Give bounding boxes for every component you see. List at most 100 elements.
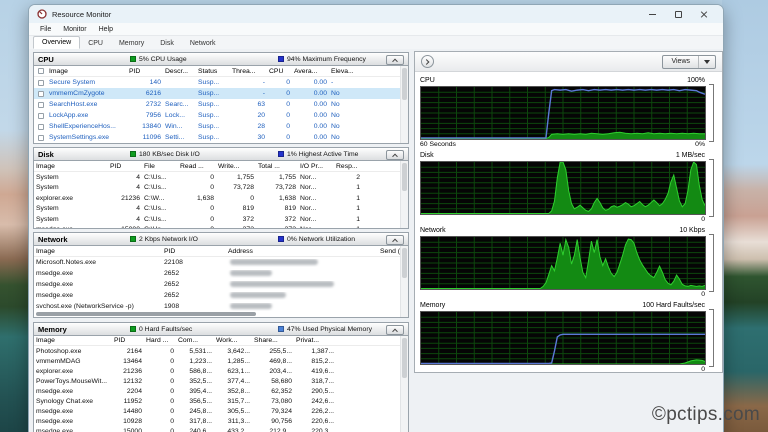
views-button[interactable]: Views bbox=[662, 55, 716, 69]
disk-table-scrollbar[interactable] bbox=[400, 161, 408, 228]
tab-disk[interactable]: Disk bbox=[152, 38, 182, 49]
column-header[interactable]: Address bbox=[226, 248, 378, 255]
scrollbar-thumb[interactable] bbox=[402, 68, 407, 100]
table-row[interactable]: msedge.exe2652 bbox=[34, 268, 400, 279]
column-header[interactable]: Avera... bbox=[292, 68, 329, 75]
close-button[interactable] bbox=[691, 5, 717, 23]
table-row[interactable]: Synology Chat.exe119520356,5...315,7...7… bbox=[34, 396, 400, 406]
column-header[interactable]: CPU bbox=[267, 68, 292, 75]
column-header[interactable]: Read ... bbox=[178, 163, 216, 170]
column-header[interactable]: Image bbox=[34, 337, 112, 344]
column-header[interactable]: Send (B bbox=[378, 248, 400, 255]
column-header[interactable]: Privat... bbox=[294, 337, 336, 344]
disk-graph-scale: 1 MB/sec bbox=[676, 152, 705, 159]
row-checkbox[interactable] bbox=[34, 135, 47, 141]
table-cell: 1,223... bbox=[176, 358, 214, 365]
scrollbar-thumb[interactable] bbox=[402, 163, 407, 191]
table-row[interactable]: System4C:\Us...01,7551,755Nor...2 bbox=[34, 172, 400, 183]
table-cell: 220,6... bbox=[294, 418, 336, 425]
table-cell: 0 bbox=[144, 408, 176, 415]
cpu-section-header[interactable]: CPU 5% CPU Usage 94% Maximum Frequency bbox=[33, 52, 409, 66]
row-checkbox[interactable] bbox=[34, 80, 47, 86]
table-row[interactable]: ShellExperienceHos...13840Win...Susp...2… bbox=[34, 121, 400, 132]
table-row[interactable]: explorer.exe212360586,8...623,1...203,4.… bbox=[34, 366, 400, 376]
column-header[interactable]: Total ... bbox=[256, 163, 298, 170]
table-row[interactable]: Secure System140Susp...-00.00- bbox=[34, 77, 400, 88]
column-header[interactable]: PID bbox=[108, 163, 142, 170]
table-row[interactable]: msedge.exe109280317,8...311,3...90,75622… bbox=[34, 416, 400, 426]
table-row[interactable]: Microsoft.Notes.exe22108 bbox=[34, 257, 400, 268]
scrollbar-thumb[interactable] bbox=[402, 248, 407, 278]
menu-help[interactable]: Help bbox=[93, 25, 119, 34]
table-row[interactable]: msedge.exe144800245,8...305,5...79,32422… bbox=[34, 406, 400, 416]
column-header[interactable]: Hard ... bbox=[144, 337, 176, 344]
table-row[interactable]: explorer.exe21236C:\W...1,63801,638Nor..… bbox=[34, 193, 400, 204]
table-cell: msedge.exe bbox=[34, 428, 112, 432]
column-header[interactable]: Descr... bbox=[163, 68, 196, 75]
table-cell: Searc... bbox=[163, 101, 196, 108]
table-row[interactable]: vmmemCmZygote6216Susp...-00.00No bbox=[34, 88, 400, 99]
row-checkbox[interactable] bbox=[34, 102, 47, 108]
cpu-table-scrollbar[interactable] bbox=[400, 66, 408, 143]
maximize-button[interactable] bbox=[665, 5, 691, 23]
column-header[interactable]: Work... bbox=[214, 337, 252, 344]
table-row[interactable]: svchost.exe (NetworkService -p)1908 bbox=[34, 301, 400, 312]
memory-collapse-button[interactable] bbox=[386, 325, 404, 335]
network-table-hscrollbar[interactable] bbox=[36, 312, 256, 316]
table-cell: Susp... bbox=[196, 134, 230, 141]
tab-overview[interactable]: Overview bbox=[33, 36, 80, 49]
tab-memory[interactable]: Memory bbox=[111, 38, 152, 49]
row-checkbox[interactable] bbox=[34, 91, 47, 97]
collapse-graphs-button[interactable] bbox=[421, 55, 434, 68]
table-row[interactable]: PowerToys.MouseWit...121320352,5...377,4… bbox=[34, 376, 400, 386]
row-checkbox[interactable] bbox=[34, 124, 47, 130]
column-header[interactable]: PID bbox=[112, 337, 144, 344]
menu-monitor[interactable]: Monitor bbox=[57, 25, 92, 34]
column-header[interactable]: PID bbox=[162, 248, 226, 255]
network-collapse-button[interactable] bbox=[386, 235, 404, 245]
menu-file[interactable]: File bbox=[34, 25, 57, 34]
memory-section-header[interactable]: Memory 0 Hard Faults/sec 47% Used Physic… bbox=[33, 322, 409, 336]
table-row[interactable]: System4C:\Us...073,72873,728Nor...1 bbox=[34, 183, 400, 194]
table-row[interactable]: msedge.exe15000C:\Us...0372372Nor...1 bbox=[34, 225, 400, 229]
table-row[interactable]: msedge.exe2652 bbox=[34, 279, 400, 290]
column-header[interactable]: PID bbox=[127, 68, 163, 75]
column-header[interactable]: I/O Pr... bbox=[298, 163, 334, 170]
row-checkbox[interactable] bbox=[34, 113, 47, 119]
table-row[interactable]: msedge.exe150000240,6...433,2...212,9...… bbox=[34, 426, 400, 432]
table-row[interactable]: LockApp.exe7956Lock...Susp...2000.00No bbox=[34, 110, 400, 121]
table-cell: 356,5... bbox=[176, 398, 214, 405]
disk-collapse-button[interactable] bbox=[386, 150, 404, 160]
column-header[interactable]: Write... bbox=[216, 163, 256, 170]
column-header[interactable]: Share... bbox=[252, 337, 294, 344]
table-cell: vmmemCmZygote bbox=[47, 90, 127, 97]
column-header[interactable]: Eleva... bbox=[329, 68, 359, 75]
tab-cpu[interactable]: CPU bbox=[80, 38, 111, 49]
column-header[interactable]: Status bbox=[196, 68, 230, 75]
disk-section-header[interactable]: Disk 180 KB/sec Disk I/O 1% Highest Acti… bbox=[33, 147, 409, 161]
memory-table-scrollbar[interactable] bbox=[400, 336, 408, 432]
table-row[interactable]: vmmemMDAG1346401,223...1,285...469,8...8… bbox=[34, 356, 400, 366]
network-section-header[interactable]: Network 2 Kbps Network I/O 0% Network Ut… bbox=[33, 232, 409, 246]
column-header[interactable]: Resp... bbox=[334, 163, 362, 170]
cpu-collapse-button[interactable] bbox=[386, 55, 404, 65]
table-row[interactable]: Photoshop.exe216405,531...3,642...255,5.… bbox=[34, 346, 400, 356]
column-header[interactable]: Threa... bbox=[230, 68, 267, 75]
table-row[interactable]: System4C:\Us...0372372Nor...1 bbox=[34, 214, 400, 225]
scrollbar-thumb[interactable] bbox=[402, 338, 407, 378]
minimize-button[interactable] bbox=[639, 5, 665, 23]
column-header[interactable]: Com... bbox=[176, 337, 214, 344]
tab-network[interactable]: Network bbox=[182, 38, 224, 49]
column-header[interactable]: Image bbox=[34, 248, 162, 255]
column-header[interactable]: Image bbox=[34, 163, 108, 170]
column-header[interactable]: Image bbox=[47, 68, 127, 75]
row-checkbox[interactable] bbox=[34, 68, 47, 74]
table-row[interactable]: System4C:\Us...0819819Nor...1 bbox=[34, 204, 400, 215]
table-cell: 0 bbox=[144, 428, 176, 432]
table-row[interactable]: SystemSettings.exe11096Setti...Susp...30… bbox=[34, 132, 400, 143]
table-row[interactable]: msedge.exe2652 bbox=[34, 290, 400, 301]
table-row[interactable]: SearchHost.exe2732Searc...Susp...6300.00… bbox=[34, 99, 400, 110]
network-table-scrollbar[interactable] bbox=[400, 246, 408, 317]
table-row[interactable]: msedge.exe22040395,4...352,8...62,352290… bbox=[34, 386, 400, 396]
column-header[interactable]: File bbox=[142, 163, 178, 170]
